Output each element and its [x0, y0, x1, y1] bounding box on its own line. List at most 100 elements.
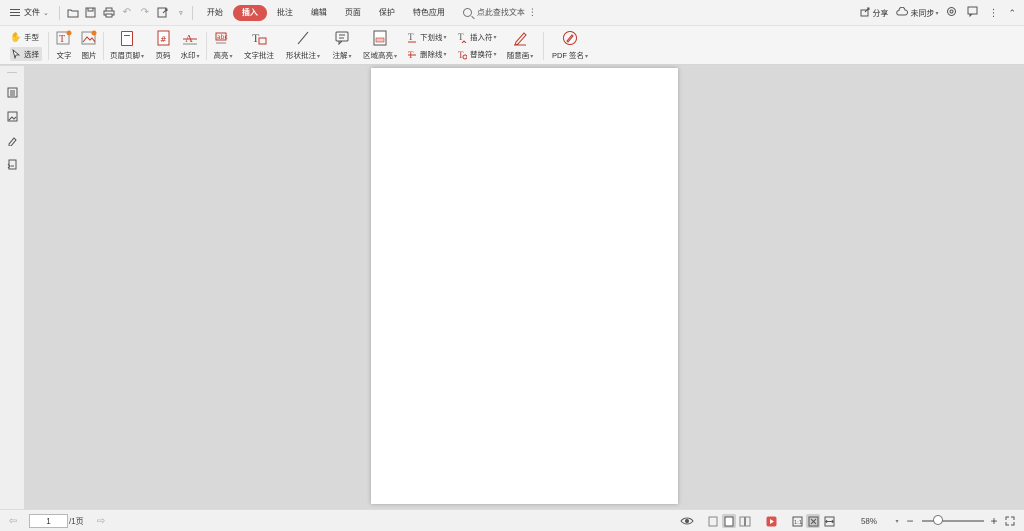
- select-tool-label: 选择: [24, 49, 39, 59]
- sync-button[interactable]: 未同步 ▾: [896, 6, 939, 19]
- underline-button[interactable]: T 下划线 ▾: [406, 30, 447, 44]
- page-number-icon: #: [154, 29, 172, 47]
- strikethrough-label: 删除线: [420, 49, 443, 59]
- undo-icon[interactable]: ↶: [118, 4, 136, 22]
- find-text-search[interactable]: 点此查找文本 ⋮: [462, 7, 537, 18]
- redo-icon[interactable]: ↷: [136, 4, 154, 22]
- insert-char-label: 插入符: [470, 32, 493, 42]
- signature-icon: [561, 29, 579, 47]
- fit-width-icon[interactable]: [822, 514, 836, 528]
- tab-features[interactable]: 特色应用: [405, 5, 453, 21]
- zoom-level[interactable]: 58%: [858, 514, 880, 528]
- dropdown-arrow-icon: ▾: [493, 51, 497, 58]
- replace-char-label: 替换符: [470, 49, 493, 59]
- svg-text:abc: abc: [217, 34, 228, 41]
- left-sidebar: [0, 66, 25, 509]
- area-highlight-icon: [371, 29, 389, 47]
- highlight-label: 高亮: [213, 51, 229, 60]
- highlight-icon: abc: [214, 29, 232, 47]
- strikethrough-text-icon: T: [406, 48, 418, 60]
- settings-button[interactable]: [946, 6, 959, 20]
- svg-text:#: #: [160, 35, 167, 44]
- chat-icon: [967, 6, 978, 20]
- current-page-input[interactable]: [29, 514, 68, 528]
- tab-protect[interactable]: 保护: [371, 5, 403, 21]
- continuous-view-icon[interactable]: [722, 514, 736, 528]
- dropdown-arrow-icon: ▾: [393, 54, 397, 60]
- fit-page-icon[interactable]: [806, 514, 820, 528]
- text-comment-button[interactable]: T 文字批注: [242, 26, 276, 65]
- note-button[interactable]: 注解▾: [330, 26, 354, 65]
- play-slideshow-icon[interactable]: [764, 514, 778, 528]
- note-icon: [333, 29, 351, 47]
- zoom-dropdown-icon[interactable]: ▾: [893, 514, 901, 528]
- page-number-label: 页码: [155, 51, 171, 60]
- fullscreen-icon[interactable]: [1003, 514, 1017, 528]
- replace-char-button[interactable]: T 替换符 ▾: [456, 47, 497, 61]
- zoom-slider-track[interactable]: [922, 520, 984, 522]
- select-tool-button[interactable]: 选择: [10, 47, 42, 61]
- search-label: 点此查找文本: [476, 8, 525, 17]
- chevron-up-icon: ⌃: [1008, 7, 1016, 18]
- collapse-ribbon-button[interactable]: ⌃: [1008, 8, 1018, 19]
- page-number-button[interactable]: # 页码: [153, 26, 173, 65]
- tab-edit[interactable]: 编辑: [303, 5, 335, 21]
- tab-page[interactable]: 页面: [337, 5, 369, 21]
- freehand-button[interactable]: 随意画▾: [504, 26, 536, 65]
- pdf-sign-button[interactable]: PDF 签名▾: [550, 26, 590, 65]
- tab-home[interactable]: 开始: [199, 5, 231, 21]
- save-icon[interactable]: [82, 4, 100, 22]
- dropdown-arrow-icon: ▾: [443, 51, 447, 58]
- insert-char-button[interactable]: T 插入符 ▾: [456, 30, 497, 44]
- chevron-down-icon: ⌄: [43, 9, 49, 17]
- strikethrough-button[interactable]: T 删除线 ▾: [406, 47, 447, 61]
- shape-comment-button[interactable]: 形状批注▾: [283, 26, 323, 65]
- single-page-view-icon[interactable]: [706, 514, 720, 528]
- freehand-label: 随意画: [506, 51, 530, 60]
- open-folder-icon[interactable]: [64, 4, 82, 22]
- thumbnail-icon[interactable]: [5, 109, 19, 123]
- dropdown-arrow-icon: ▾: [348, 54, 352, 60]
- watermark-button[interactable]: A 水印▾: [178, 26, 202, 65]
- print-icon[interactable]: [100, 4, 118, 22]
- document-canvas[interactable]: [26, 66, 1024, 509]
- dropdown-arrow-icon: ▾: [585, 54, 589, 60]
- quick-access-dropdown-icon[interactable]: ▿: [172, 4, 190, 22]
- area-highlight-button[interactable]: 区域高亮▾: [360, 26, 400, 65]
- attachment-icon[interactable]: [5, 157, 19, 171]
- hand-tool-button[interactable]: ✋ 手型: [10, 30, 39, 44]
- share-button[interactable]: 分享: [860, 7, 888, 20]
- two-page-view-icon[interactable]: [738, 514, 752, 528]
- highlight-button[interactable]: abc 高亮▾: [211, 26, 235, 65]
- divider: [103, 32, 104, 60]
- sidebar-grip[interactable]: [7, 72, 17, 73]
- dropdown-arrow-icon: ▾: [443, 34, 447, 41]
- zoom-in-icon[interactable]: +: [988, 514, 1000, 528]
- more-button[interactable]: ⋮: [988, 8, 1000, 19]
- insert-image-button[interactable]: 图片: [79, 26, 99, 65]
- export-icon[interactable]: [154, 4, 172, 22]
- zoom-out-icon[interactable]: −: [904, 514, 916, 528]
- ribbon-toolbar: ✋ 手型 选择 T 文字 图片 页眉页脚▾ # 页码 A 水印▾ abc 高亮▾…: [0, 26, 1024, 65]
- chevron-down-icon: ▾: [935, 10, 939, 17]
- more-vertical-icon[interactable]: ⋮: [528, 7, 537, 18]
- watermark-label: 水印: [180, 51, 196, 60]
- pdf-page[interactable]: [371, 68, 678, 504]
- insert-text-button[interactable]: T 文字: [54, 26, 74, 65]
- annotation-icon[interactable]: [5, 133, 19, 147]
- actual-size-icon[interactable]: 1:1: [790, 514, 804, 528]
- divider: [543, 32, 544, 60]
- feedback-button[interactable]: [967, 6, 980, 20]
- file-menu[interactable]: 文件 ⌄: [0, 0, 55, 26]
- tab-insert[interactable]: 插入: [232, 4, 267, 21]
- eye-protection-icon[interactable]: [679, 514, 695, 528]
- outline-icon[interactable]: [5, 85, 19, 99]
- next-page-icon[interactable]: ⇨: [94, 514, 108, 528]
- text-comment-icon: T: [250, 29, 268, 47]
- zoom-slider-knob[interactable]: [933, 515, 943, 525]
- prev-page-icon[interactable]: ⇦: [6, 514, 20, 528]
- svg-text:T: T: [458, 32, 464, 42]
- header-footer-button[interactable]: 页眉页脚▾: [107, 26, 147, 65]
- divider: [206, 32, 207, 60]
- tab-comment[interactable]: 批注: [269, 5, 301, 21]
